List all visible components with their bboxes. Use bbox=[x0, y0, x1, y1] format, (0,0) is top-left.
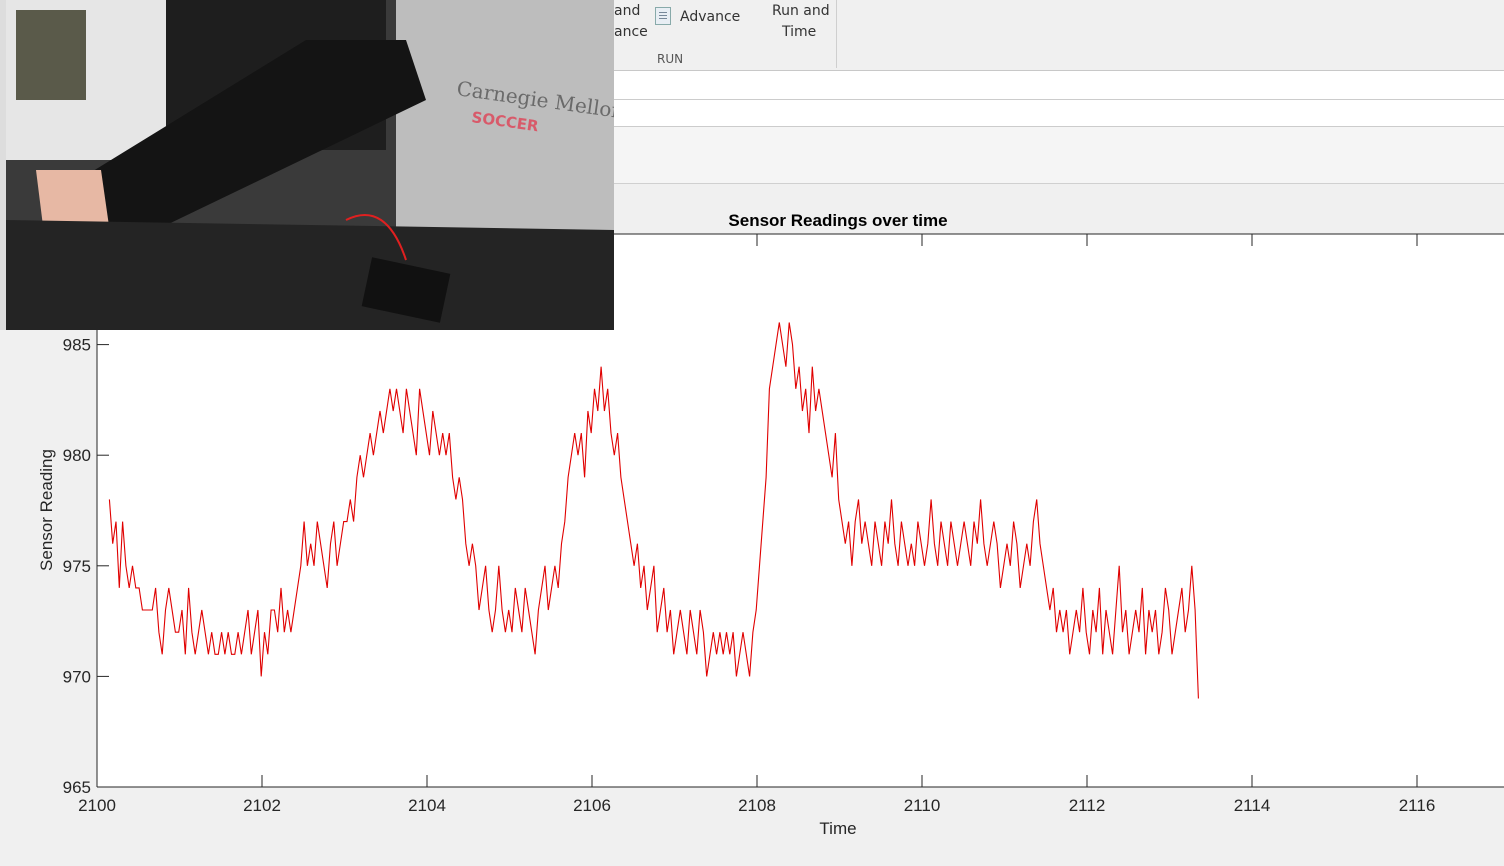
toolbar-divider bbox=[836, 0, 837, 68]
partial-button-label[interactable]: and bbox=[614, 3, 640, 19]
section-label-run: RUN bbox=[657, 52, 684, 66]
y-tick-label: 975 bbox=[63, 557, 91, 576]
y-tick-label: 980 bbox=[63, 446, 91, 465]
y-tick-label: 970 bbox=[63, 667, 91, 686]
x-tick-label: 2100 bbox=[78, 796, 116, 815]
x-tick-label: 2108 bbox=[738, 796, 776, 815]
y-axis-label: Sensor Reading bbox=[37, 449, 56, 571]
x-tick-label: 2104 bbox=[408, 796, 446, 815]
x-tick-label: 2112 bbox=[1069, 796, 1106, 815]
x-tick-label: 2102 bbox=[243, 796, 281, 815]
x-tick-label: 2114 bbox=[1234, 796, 1271, 815]
y-tick-label: 985 bbox=[63, 336, 91, 355]
run-and-time-button-line1[interactable]: Run and bbox=[772, 3, 830, 19]
x-tick-label: 2116 bbox=[1399, 796, 1436, 815]
partial-button-label-2[interactable]: ance bbox=[614, 24, 648, 40]
x-tick-label: 2110 bbox=[904, 796, 941, 815]
webcam-overlay: Carnegie Mellon SOCCER bbox=[6, 0, 614, 330]
y-tick-label: 965 bbox=[63, 778, 91, 797]
x-axis-label: Time bbox=[819, 819, 856, 838]
run-and-time-button-line2[interactable]: Time bbox=[782, 24, 816, 40]
chart-title: Sensor Readings over time bbox=[728, 211, 947, 230]
advance-icon[interactable] bbox=[655, 7, 671, 25]
x-tick-label: 2106 bbox=[573, 796, 611, 815]
advance-button[interactable]: Advance bbox=[680, 9, 740, 25]
